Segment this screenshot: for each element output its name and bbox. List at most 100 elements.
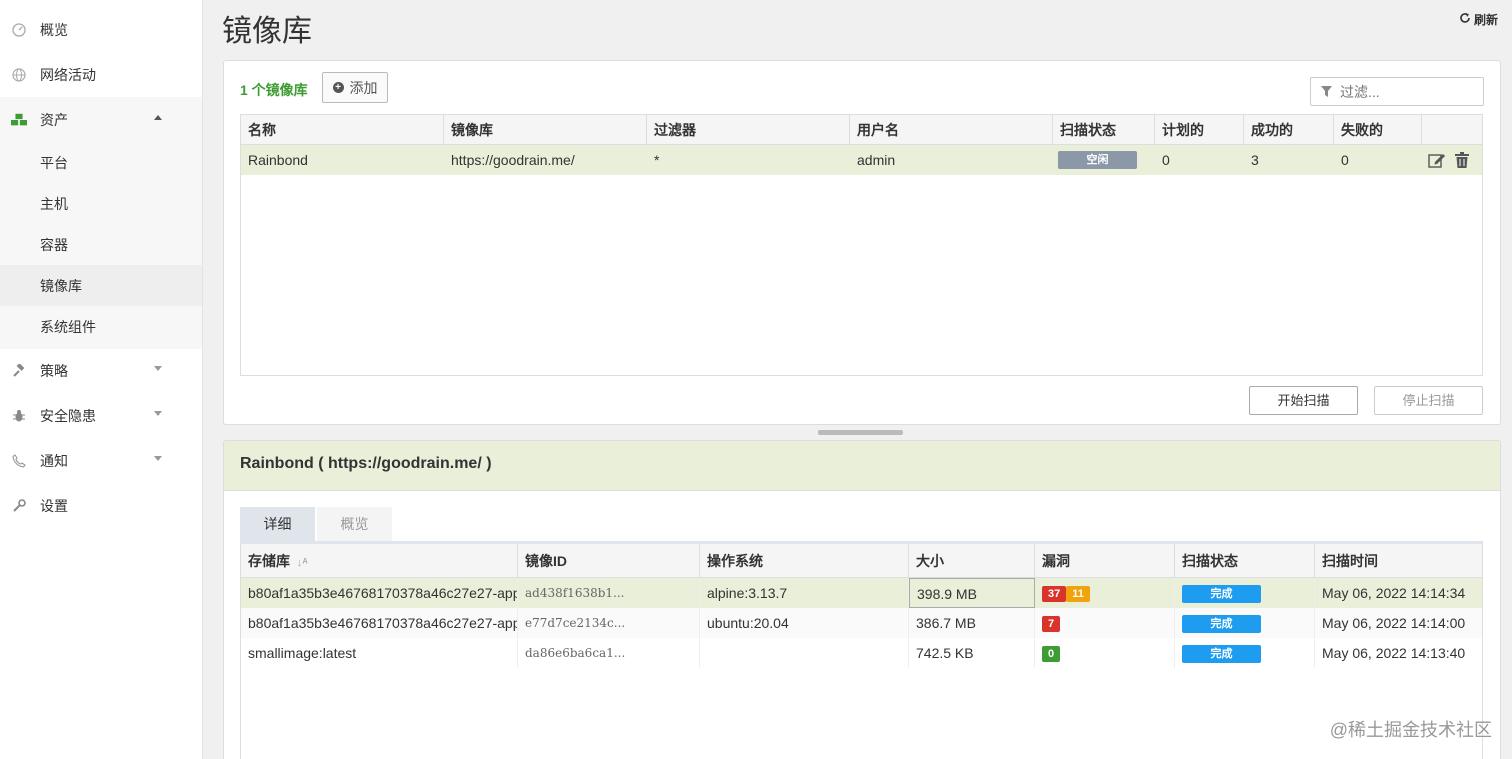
table-row[interactable]: b80af1a35b3e46768170378a46c27e27-app ad4… [241, 578, 1482, 608]
scan-status-cell: 完成 [1175, 638, 1315, 668]
main-content: 镜像库 刷新 1 个镜像库 + 添加 名称 镜像库 过滤器 用户名 扫描状态 [203, 0, 1512, 759]
status-badge: 完成 [1182, 585, 1261, 604]
column-header[interactable]: 成功的 [1244, 115, 1334, 145]
vulnerability-cell: 37 11 [1035, 578, 1175, 608]
registry-panel: 1 个镜像库 + 添加 名称 镜像库 过滤器 用户名 扫描状态 计划的 成功的 … [223, 60, 1501, 425]
critical-vuln-badge: 7 [1042, 616, 1061, 633]
column-header[interactable]: 镜像库 [444, 115, 647, 145]
sidebar-subitem-hosts[interactable]: 主机 [0, 183, 202, 224]
size-cell: 386.7 MB [909, 608, 1035, 638]
gavel-icon [11, 363, 27, 379]
sidebar-item-notifications[interactable]: 通知 [0, 438, 202, 483]
sidebar-item-settings[interactable]: 设置 [0, 483, 202, 528]
sidebar-subitem-platform[interactable]: 平台 [0, 142, 202, 183]
high-vuln-badge: 11 [1066, 586, 1090, 603]
sidebar-item-policies[interactable]: 策略 [0, 348, 202, 393]
registry-count: 1 个镜像库 [240, 82, 308, 98]
image-id-cell: ad438f1638b1... [518, 578, 700, 608]
column-header[interactable]: 扫描状态 [1053, 115, 1155, 145]
image-id-cell: da86e6ba6ca1... [518, 638, 700, 668]
repo-cell: smallimage:latest [241, 638, 518, 668]
detail-title: Rainbond ( https://goodrain.me/ ) [240, 455, 492, 472]
sidebar-subitem-system-components[interactable]: 系统组件 [0, 306, 202, 347]
column-label: 存储库 [248, 553, 290, 569]
repo-cell: b80af1a35b3e46768170378a46c27e27-app [241, 578, 518, 608]
chevron-down-icon [154, 456, 162, 461]
dashboard-icon [11, 22, 27, 38]
page-title: 镜像库 [222, 15, 312, 48]
vulnerability-cell: 7 [1035, 608, 1175, 638]
filter-input[interactable] [1340, 83, 1460, 100]
chevron-up-icon [154, 115, 162, 120]
start-scan-button[interactable]: 开始扫描 [1249, 386, 1358, 415]
sidebar: 概览 网络活动 资产 平台 主机 容器 镜像库 系统组件 策略 安全隐患 通知 … [0, 0, 203, 759]
column-header[interactable]: 失败的 [1334, 115, 1422, 145]
column-header[interactable]: 漏洞 [1035, 544, 1175, 578]
scan-time-cell: May 06, 2022 14:14:34 [1322, 585, 1466, 601]
table-row[interactable]: Rainbond https://goodrain.me/ * admin 空闲… [241, 145, 1482, 175]
column-header[interactable]: 计划的 [1155, 115, 1244, 145]
tab-details[interactable]: 详细 [240, 507, 315, 541]
wrench-icon [11, 498, 27, 514]
column-header[interactable]: 过滤器 [647, 115, 850, 145]
filter-field[interactable] [1310, 77, 1484, 106]
sidebar-item-label: 网络活动 [40, 66, 96, 83]
phone-icon [11, 453, 27, 469]
watermark: @稀土掘金技术社区 [1329, 720, 1492, 740]
registry-table: 名称 镜像库 过滤器 用户名 扫描状态 计划的 成功的 失败的 Rainbond… [240, 114, 1483, 376]
sort-alpha-icon[interactable]: ↓ᴬ [297, 557, 308, 569]
images-table: 存储库 ↓ᴬ 镜像ID 操作系统 大小 漏洞 扫描状态 扫描时间 b80af1a… [240, 541, 1483, 759]
vuln-count-badge: 0 [1042, 646, 1061, 663]
registry-username: admin [857, 152, 896, 168]
scan-time-cell: May 06, 2022 14:14:00 [1322, 615, 1466, 631]
table-row[interactable]: smallimage:latest da86e6ba6ca1... 742.5 … [241, 638, 1482, 668]
repo-cell: b80af1a35b3e46768170378a46c27e27-app [241, 608, 518, 638]
sidebar-item-overview[interactable]: 概览 [0, 7, 202, 52]
image-id-cell: e77d7ce2134c... [518, 608, 700, 638]
panel-resize-handle[interactable] [818, 430, 903, 435]
add-registry-button[interactable]: + 添加 [322, 72, 388, 103]
column-header[interactable]: 名称 [241, 115, 444, 145]
cubes-icon [11, 112, 27, 128]
vulnerability-cell: 0 [1035, 638, 1175, 668]
sidebar-item-network-activity[interactable]: 网络活动 [0, 52, 202, 97]
registry-filter: * [654, 152, 660, 168]
tab-overview[interactable]: 概览 [317, 507, 392, 541]
column-header[interactable]: 用户名 [850, 115, 1053, 145]
column-header[interactable]: 镜像ID [518, 544, 700, 578]
registry-name: Rainbond [248, 152, 308, 168]
filter-icon [1321, 84, 1332, 100]
detail-header: Rainbond ( https://goodrain.me/ ) [224, 441, 1500, 491]
globe-icon [11, 67, 27, 83]
chevron-down-icon [154, 366, 162, 371]
trash-icon[interactable] [1455, 152, 1471, 168]
registry-detail-panel: Rainbond ( https://goodrain.me/ ) 详细 概览 … [223, 440, 1501, 759]
succeeded-count: 3 [1251, 152, 1259, 168]
column-header-repository[interactable]: 存储库 ↓ᴬ [241, 544, 518, 578]
scan-time-cell: May 06, 2022 14:13:40 [1322, 645, 1466, 661]
status-badge: 完成 [1182, 615, 1261, 634]
sidebar-item-assets[interactable]: 资产 [0, 97, 202, 142]
os-cell: ubuntu:20.04 [700, 608, 909, 638]
refresh-icon [1459, 12, 1471, 27]
stop-scan-button[interactable]: 停止扫描 [1374, 386, 1483, 415]
critical-vuln-badge: 37 [1042, 586, 1067, 603]
bug-icon [11, 408, 27, 424]
sidebar-item-label: 策略 [40, 362, 68, 379]
sidebar-item-label: 资产 [40, 111, 68, 128]
sidebar-subitem-containers[interactable]: 容器 [0, 224, 202, 265]
sidebar-subitem-registries[interactable]: 镜像库 [0, 265, 202, 306]
edit-icon[interactable] [1428, 152, 1445, 168]
column-header[interactable]: 扫描状态 [1175, 544, 1315, 578]
sidebar-item-label: 安全隐患 [40, 407, 96, 424]
refresh-label: 刷新 [1473, 13, 1498, 27]
column-header[interactable]: 扫描时间 [1315, 544, 1482, 578]
refresh-button[interactable]: 刷新 [1459, 11, 1498, 28]
table-row[interactable]: b80af1a35b3e46768170378a46c27e27-app e77… [241, 608, 1482, 638]
scan-status-cell: 完成 [1175, 578, 1315, 608]
sidebar-item-vulnerabilities[interactable]: 安全隐患 [0, 393, 202, 438]
sidebar-item-label: 设置 [40, 497, 68, 514]
column-header[interactable]: 大小 [909, 544, 1035, 578]
status-badge: 完成 [1182, 645, 1261, 664]
column-header[interactable]: 操作系统 [700, 544, 909, 578]
